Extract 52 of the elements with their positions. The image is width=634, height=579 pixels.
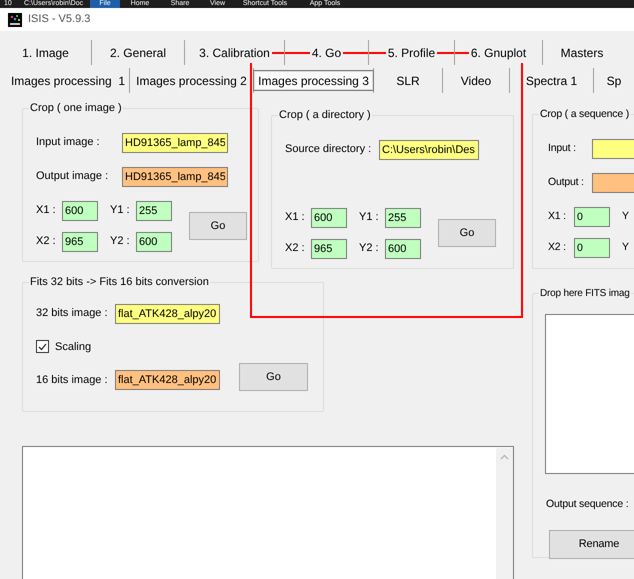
field-label: Input image : [36, 135, 101, 150]
tab[interactable]: Images processing 3 [253, 70, 374, 91]
field-label: Source directory : [285, 142, 372, 158]
checkbox[interactable] [36, 340, 49, 354]
checkmark-icon [38, 342, 47, 351]
group-title: Fits 32 bits -> Fits 16 bits conversion [29, 275, 210, 290]
coordinate-label: X2 : [285, 241, 306, 256]
input-field[interactable]: 600 [311, 208, 347, 228]
file-drop-list[interactable] [545, 314, 634, 474]
field-label: Input : [548, 140, 577, 156]
group-title: Crop ( a directory ) [278, 108, 372, 123]
input-field[interactable]: 600 [136, 232, 172, 252]
input-field[interactable]: C:\Users\robin\Des [379, 140, 479, 160]
input-field[interactable]: 255 [136, 200, 172, 220]
coordinate-label: X2 : [36, 234, 57, 250]
input-field[interactable]: 600 [385, 238, 421, 258]
go-button[interactable]: Go [239, 363, 308, 391]
group-title: Drop here FITS imag [539, 287, 631, 301]
input-field[interactable]: 0 [574, 238, 610, 258]
input-field[interactable]: flat_ATK428_alpy20 [115, 304, 220, 324]
input-field[interactable] [592, 172, 634, 193]
input-field[interactable]: 965 [311, 238, 347, 258]
field-label: Output image : [36, 169, 110, 184]
input-field[interactable]: 255 [385, 208, 421, 228]
input-field[interactable]: 0 [574, 206, 610, 227]
field-label: Output : [548, 174, 585, 190]
field-label: 32 bits image : [36, 306, 109, 322]
app-logo-icon [8, 12, 22, 26]
coordinate-label: X1 : [36, 203, 57, 218]
field-label: 16 bits image : [36, 372, 109, 388]
coordinate-label: X1 : [548, 208, 567, 224]
coordinate-label: Y2 : [110, 234, 131, 250]
input-field[interactable]: flat_ATK428_alpy20 [115, 370, 220, 390]
window-title: ISIS - V5.9.3 [28, 12, 90, 28]
output-sequence-label: Output sequence : [546, 497, 630, 512]
input-field[interactable] [592, 138, 634, 159]
coordinate-label: Y1 : [110, 203, 131, 218]
scrollbar[interactable] [496, 448, 513, 579]
go-button[interactable]: Go [438, 219, 496, 247]
coordinate-label: Y2 : [359, 241, 380, 256]
go-button[interactable]: Go [189, 212, 247, 240]
coordinate-label: X1 : [285, 210, 306, 226]
group-title: Crop ( a sequence ) [539, 107, 630, 122]
coordinate-label: Y [622, 240, 630, 255]
input-field[interactable]: 965 [62, 232, 98, 252]
scaling-checkbox[interactable]: Scaling [36, 338, 220, 355]
coordinate-label: X2 : [548, 240, 567, 255]
group-title: Crop ( one image ) [29, 101, 123, 116]
coordinate-label: Y1 : [359, 210, 380, 226]
rename-button[interactable]: Rename [549, 530, 634, 559]
input-field[interactable]: 600 [62, 200, 98, 220]
coordinate-label: Y [622, 208, 630, 224]
